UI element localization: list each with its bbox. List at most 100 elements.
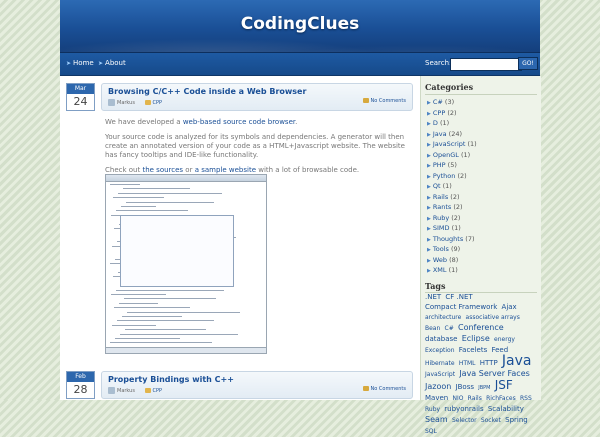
tag-link[interactable]: Facelets: [459, 346, 487, 354]
post-category[interactable]: CPP: [153, 100, 163, 106]
category-item[interactable]: ▶ Web (8): [427, 256, 458, 264]
author-icon: [108, 99, 115, 106]
code-line: [127, 311, 240, 313]
tag-link[interactable]: Eclipse: [462, 334, 490, 343]
tag-link[interactable]: SQL: [425, 428, 437, 435]
category-item[interactable]: ▶ XML (1): [427, 266, 458, 274]
category-item[interactable]: ▶ Rants (2): [427, 203, 463, 211]
post-category[interactable]: CPP: [153, 388, 163, 394]
category-name: OpenGL: [432, 150, 461, 159]
tag-link[interactable]: Socket: [481, 417, 501, 424]
tag-link[interactable]: database: [425, 335, 457, 343]
category-item[interactable]: ▶ Python (2): [427, 172, 467, 180]
search-button[interactable]: GO!: [518, 57, 538, 70]
text: .: [295, 118, 298, 126]
sample-website-link[interactable]: a sample website: [195, 166, 256, 174]
category-item[interactable]: ▶ C# (3): [427, 98, 454, 106]
category-name: XML: [432, 266, 449, 274]
tag-link[interactable]: RSS: [520, 395, 532, 402]
code-line: [126, 201, 214, 203]
tag-link[interactable]: Java Server Faces: [459, 369, 529, 378]
tag-link[interactable]: JavaScript: [425, 371, 455, 378]
category-count: (2): [457, 171, 467, 180]
tag-link[interactable]: energy: [494, 336, 515, 343]
post-date-month: Mar: [67, 84, 94, 94]
tag-link[interactable]: RichFaces: [486, 395, 516, 402]
tag-link[interactable]: Exception: [425, 347, 455, 354]
tag-link[interactable]: Bean: [425, 325, 440, 332]
code-line: [116, 289, 224, 291]
post-comments[interactable]: No Comments: [362, 386, 406, 392]
tag-link[interactable]: CF .NET: [445, 293, 472, 301]
category-item[interactable]: ▶ Thoughts (7): [427, 235, 475, 243]
tag-link[interactable]: Jazoon: [425, 382, 451, 391]
tag-link[interactable]: JBoss: [456, 383, 474, 391]
tag-link[interactable]: architecture: [425, 314, 461, 321]
category-item[interactable]: ▶ OpenGL (1): [427, 151, 470, 159]
code-line: [110, 184, 140, 185]
tag-link[interactable]: Ajax: [502, 303, 517, 311]
category-item[interactable]: ▶ D (1): [427, 119, 449, 127]
post-author[interactable]: Markus: [117, 100, 135, 106]
category-item[interactable]: ▶ Qt (1): [427, 182, 452, 190]
category-count: (3): [444, 98, 455, 106]
nav-home-label: Home: [73, 59, 94, 67]
folder-icon: [144, 100, 151, 105]
categories-title: Categories: [425, 82, 474, 92]
code-line: [121, 206, 156, 207]
sources-link[interactable]: the sources: [142, 166, 183, 174]
tag-link[interactable]: associative arrays: [466, 314, 520, 321]
nav-home[interactable]: ➤ Home: [66, 59, 94, 67]
tag-link[interactable]: rubyonrails: [444, 405, 483, 413]
category-item[interactable]: ▶ Java (24): [427, 130, 462, 138]
category-item[interactable]: ▶ CPP (2): [427, 109, 457, 117]
category-item[interactable]: ▶ Ruby (2): [427, 214, 460, 222]
post-comments[interactable]: No Comments: [362, 98, 407, 104]
post-paragraph: We have developed a web-based source cod…: [105, 118, 405, 127]
bullet-icon: ▶: [427, 236, 431, 243]
post-title[interactable]: Browsing C/C++ Code inside a Web Browser: [108, 87, 306, 96]
tag-link[interactable]: Ruby: [425, 406, 440, 413]
tag-link[interactable]: HTML: [459, 360, 476, 367]
category-item[interactable]: ▶ PHP (5): [427, 161, 457, 169]
category-name: Web: [432, 255, 450, 264]
bullet-icon: ▶: [427, 205, 431, 211]
tag-link[interactable]: Rails: [468, 395, 482, 402]
comment-icon: [362, 98, 369, 103]
category-item[interactable]: ▶ JavaScript (1): [427, 140, 477, 148]
tag-link[interactable]: Hibernate: [425, 360, 455, 367]
category-item[interactable]: ▶ SIMD (1): [427, 224, 461, 232]
post-comments-label: No Comments: [370, 98, 407, 104]
tag-link[interactable]: Seam: [425, 415, 448, 424]
post-screenshot-image[interactable]: [105, 174, 267, 354]
author-icon: [108, 387, 115, 394]
source-browser-link[interactable]: web-based source code browser: [183, 118, 295, 126]
tag-link[interactable]: C#: [445, 325, 454, 332]
bullet-icon: ▶: [427, 184, 431, 190]
tag-link[interactable]: JBPM: [478, 385, 490, 391]
post-author[interactable]: Markus: [117, 388, 135, 394]
category-name: Thoughts: [432, 234, 466, 243]
tag-link[interactable]: Compact Framework: [425, 303, 497, 311]
tag-link[interactable]: .NET: [425, 293, 441, 301]
tag-link[interactable]: HTTP: [480, 359, 498, 367]
nav-about[interactable]: ➤ About: [98, 59, 126, 67]
search-label: Search:: [425, 59, 452, 67]
category-count: (2): [450, 192, 460, 201]
site-title[interactable]: CodingClues: [60, 14, 540, 34]
text: or: [183, 166, 195, 174]
main-column: Mar 24 Browsing C/C++ Code inside a Web …: [60, 76, 418, 400]
search-input[interactable]: [450, 58, 522, 71]
tag-link[interactable]: Maven: [425, 394, 448, 402]
tag-link[interactable]: NIO: [452, 395, 463, 402]
tag-link[interactable]: Java: [502, 353, 532, 369]
post-title[interactable]: Property Bindings with C++: [108, 375, 234, 384]
tag-link[interactable]: Selector: [452, 417, 477, 424]
category-count: (24): [448, 129, 462, 138]
tag-link[interactable]: Scalability: [488, 405, 524, 413]
category-item[interactable]: ▶ Tools (9): [427, 245, 460, 253]
category-item[interactable]: ▶ Rails (2): [427, 193, 460, 201]
tag-link[interactable]: Spring: [505, 416, 528, 424]
tag-link[interactable]: Conference: [458, 323, 504, 332]
tag-link[interactable]: JSF: [495, 378, 513, 392]
